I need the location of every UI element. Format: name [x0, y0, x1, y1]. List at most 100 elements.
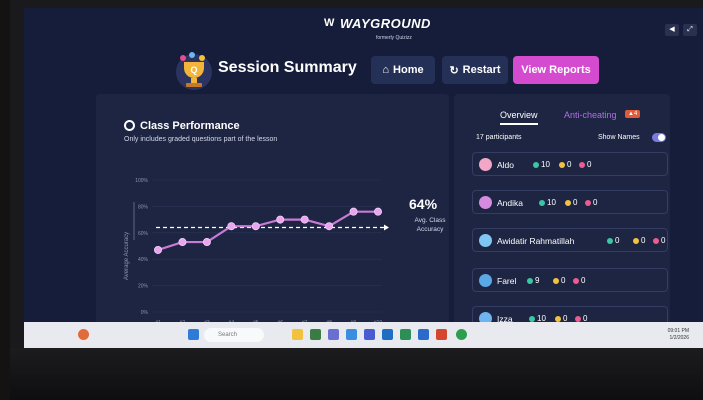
restart-button-label: Restart	[462, 64, 501, 76]
correct-dot-icon	[539, 199, 545, 206]
data-point	[276, 215, 285, 224]
expand-icon[interactable]: ⤢	[683, 24, 697, 36]
target-icon	[124, 120, 135, 131]
y-tick-label: 80%	[138, 204, 149, 210]
y-axis-label: Average Accuracy	[124, 232, 130, 280]
incorrect-count: 0	[559, 160, 571, 169]
incorrect-dot-icon	[559, 161, 565, 168]
tab-anti-cheating[interactable]: Anti-cheating	[564, 110, 617, 120]
data-point	[202, 238, 211, 247]
correct-value: 9	[535, 276, 540, 285]
taskbar: Search 09:01 PM 1/2/2026	[24, 322, 703, 348]
correct-value: 10	[541, 160, 550, 169]
avatar-icon	[479, 196, 492, 209]
anti-cheating-badge: ▲4	[625, 110, 641, 118]
avatar-icon	[479, 234, 492, 247]
unattempted-value: 0	[587, 160, 592, 169]
participant-name: Andika	[497, 198, 523, 208]
correct-count: 10	[533, 160, 550, 169]
incorrect-value: 0	[641, 236, 646, 245]
data-point	[227, 222, 236, 231]
participant-row[interactable]: Awidatir Rahmatillah 0 0 0	[472, 228, 668, 252]
show-names-label: Show Names	[598, 134, 640, 141]
svg-text:Q: Q	[190, 65, 197, 75]
incorrect-dot-icon	[555, 315, 561, 322]
app-icon[interactable]	[436, 329, 447, 340]
unattempted-dot-icon	[585, 199, 591, 206]
correct-count: 0	[607, 236, 619, 245]
restart-icon: ↻	[449, 64, 459, 77]
chrome-icon[interactable]	[456, 329, 467, 340]
explorer-icon[interactable]	[292, 329, 303, 340]
wayground-logo-icon: W	[324, 17, 335, 29]
restart-button[interactable]: ↻ Restart	[442, 56, 508, 84]
home-button[interactable]: ⌂ Home	[371, 56, 435, 84]
y-tick-label: 60%	[138, 231, 149, 237]
page-title: Session Summary	[218, 59, 357, 76]
app-icon[interactable]	[400, 329, 411, 340]
unattempted-dot-icon	[575, 315, 581, 322]
volume-icon[interactable]: ◀	[665, 24, 679, 36]
unattempted-count: 0	[573, 276, 585, 285]
unattempted-count: 0	[579, 160, 591, 169]
incorrect-value: 0	[573, 198, 578, 207]
app-icon[interactable]	[310, 329, 321, 340]
home-button-label: Home	[393, 64, 424, 76]
tab-overview[interactable]: Overview	[500, 110, 538, 125]
participant-name: Aldo	[497, 160, 515, 170]
widget-icon[interactable]	[78, 329, 89, 340]
unattempted-count: 0	[653, 236, 665, 245]
incorrect-dot-icon	[633, 237, 639, 244]
y-tick-label: 40%	[138, 257, 149, 263]
correct-value: 10	[547, 198, 556, 207]
data-point	[325, 222, 334, 231]
data-point	[251, 222, 260, 231]
brand-name: WAYGROUND	[340, 16, 431, 31]
participant-row[interactable]: Farel 9 0 0	[472, 268, 668, 292]
brand-subtitle: formerly Quizizz	[376, 35, 412, 41]
incorrect-dot-icon	[565, 199, 571, 206]
correct-dot-icon	[607, 237, 613, 244]
series-line	[157, 210, 378, 252]
screen: W WAYGROUND formerly Quizizz ◀ ⤢ Q Sessi…	[24, 8, 703, 348]
y-tick-label: 100%	[135, 178, 148, 184]
unattempted-dot-icon	[573, 277, 579, 284]
class-performance-title: Class Performance	[140, 120, 240, 132]
participants-count: 17 participants	[476, 134, 522, 141]
unattempted-value: 0	[593, 198, 598, 207]
view-reports-button[interactable]: View Reports	[513, 56, 599, 84]
taskbar-clock[interactable]: 09:01 PM 1/2/2026	[668, 328, 689, 342]
incorrect-value: 0	[561, 276, 566, 285]
incorrect-value: 0	[567, 160, 572, 169]
unattempted-value: 0	[661, 236, 666, 245]
app-icon[interactable]	[418, 329, 429, 340]
taskbar-search[interactable]: Search	[204, 328, 264, 342]
correct-value: 0	[615, 236, 620, 245]
data-point	[154, 245, 163, 254]
incorrect-dot-icon	[553, 277, 559, 284]
browser-icon[interactable]	[346, 329, 357, 340]
participant-row[interactable]: Aldo 10 0 0	[472, 152, 668, 176]
unattempted-value: 0	[581, 276, 586, 285]
avatar-icon	[479, 274, 492, 287]
word-icon[interactable]	[382, 329, 393, 340]
participant-name: Farel	[497, 276, 517, 286]
participant-row[interactable]: Andika 10 0 0	[472, 190, 668, 214]
data-point	[373, 207, 382, 216]
show-names-toggle[interactable]	[652, 133, 666, 142]
avatar-icon	[479, 158, 492, 171]
accuracy-chart: 0%20%40%60%80%100%#1#2#3#4#5#6#7#8#9#10A…	[124, 178, 389, 342]
accuracy-value: 64%	[409, 196, 438, 212]
class-performance-panel: Class Performance Only includes graded q…	[96, 94, 449, 348]
clock-time: 09:01 PM	[667, 328, 689, 334]
correct-count: 9	[527, 276, 539, 285]
home-icon: ⌂	[382, 64, 390, 76]
app-icon[interactable]	[328, 329, 339, 340]
clock-date: 1/2/2026	[669, 335, 689, 341]
incorrect-count: 0	[633, 236, 645, 245]
start-icon[interactable]	[188, 329, 199, 340]
monitor: W WAYGROUND formerly Quizizz ◀ ⤢ Q Sessi…	[10, 0, 703, 400]
app-icon[interactable]	[364, 329, 375, 340]
participants-panel: Overview Anti-cheating ▲4 17 participant…	[454, 94, 670, 348]
accuracy-label: Avg. Class Accuracy	[414, 217, 446, 233]
